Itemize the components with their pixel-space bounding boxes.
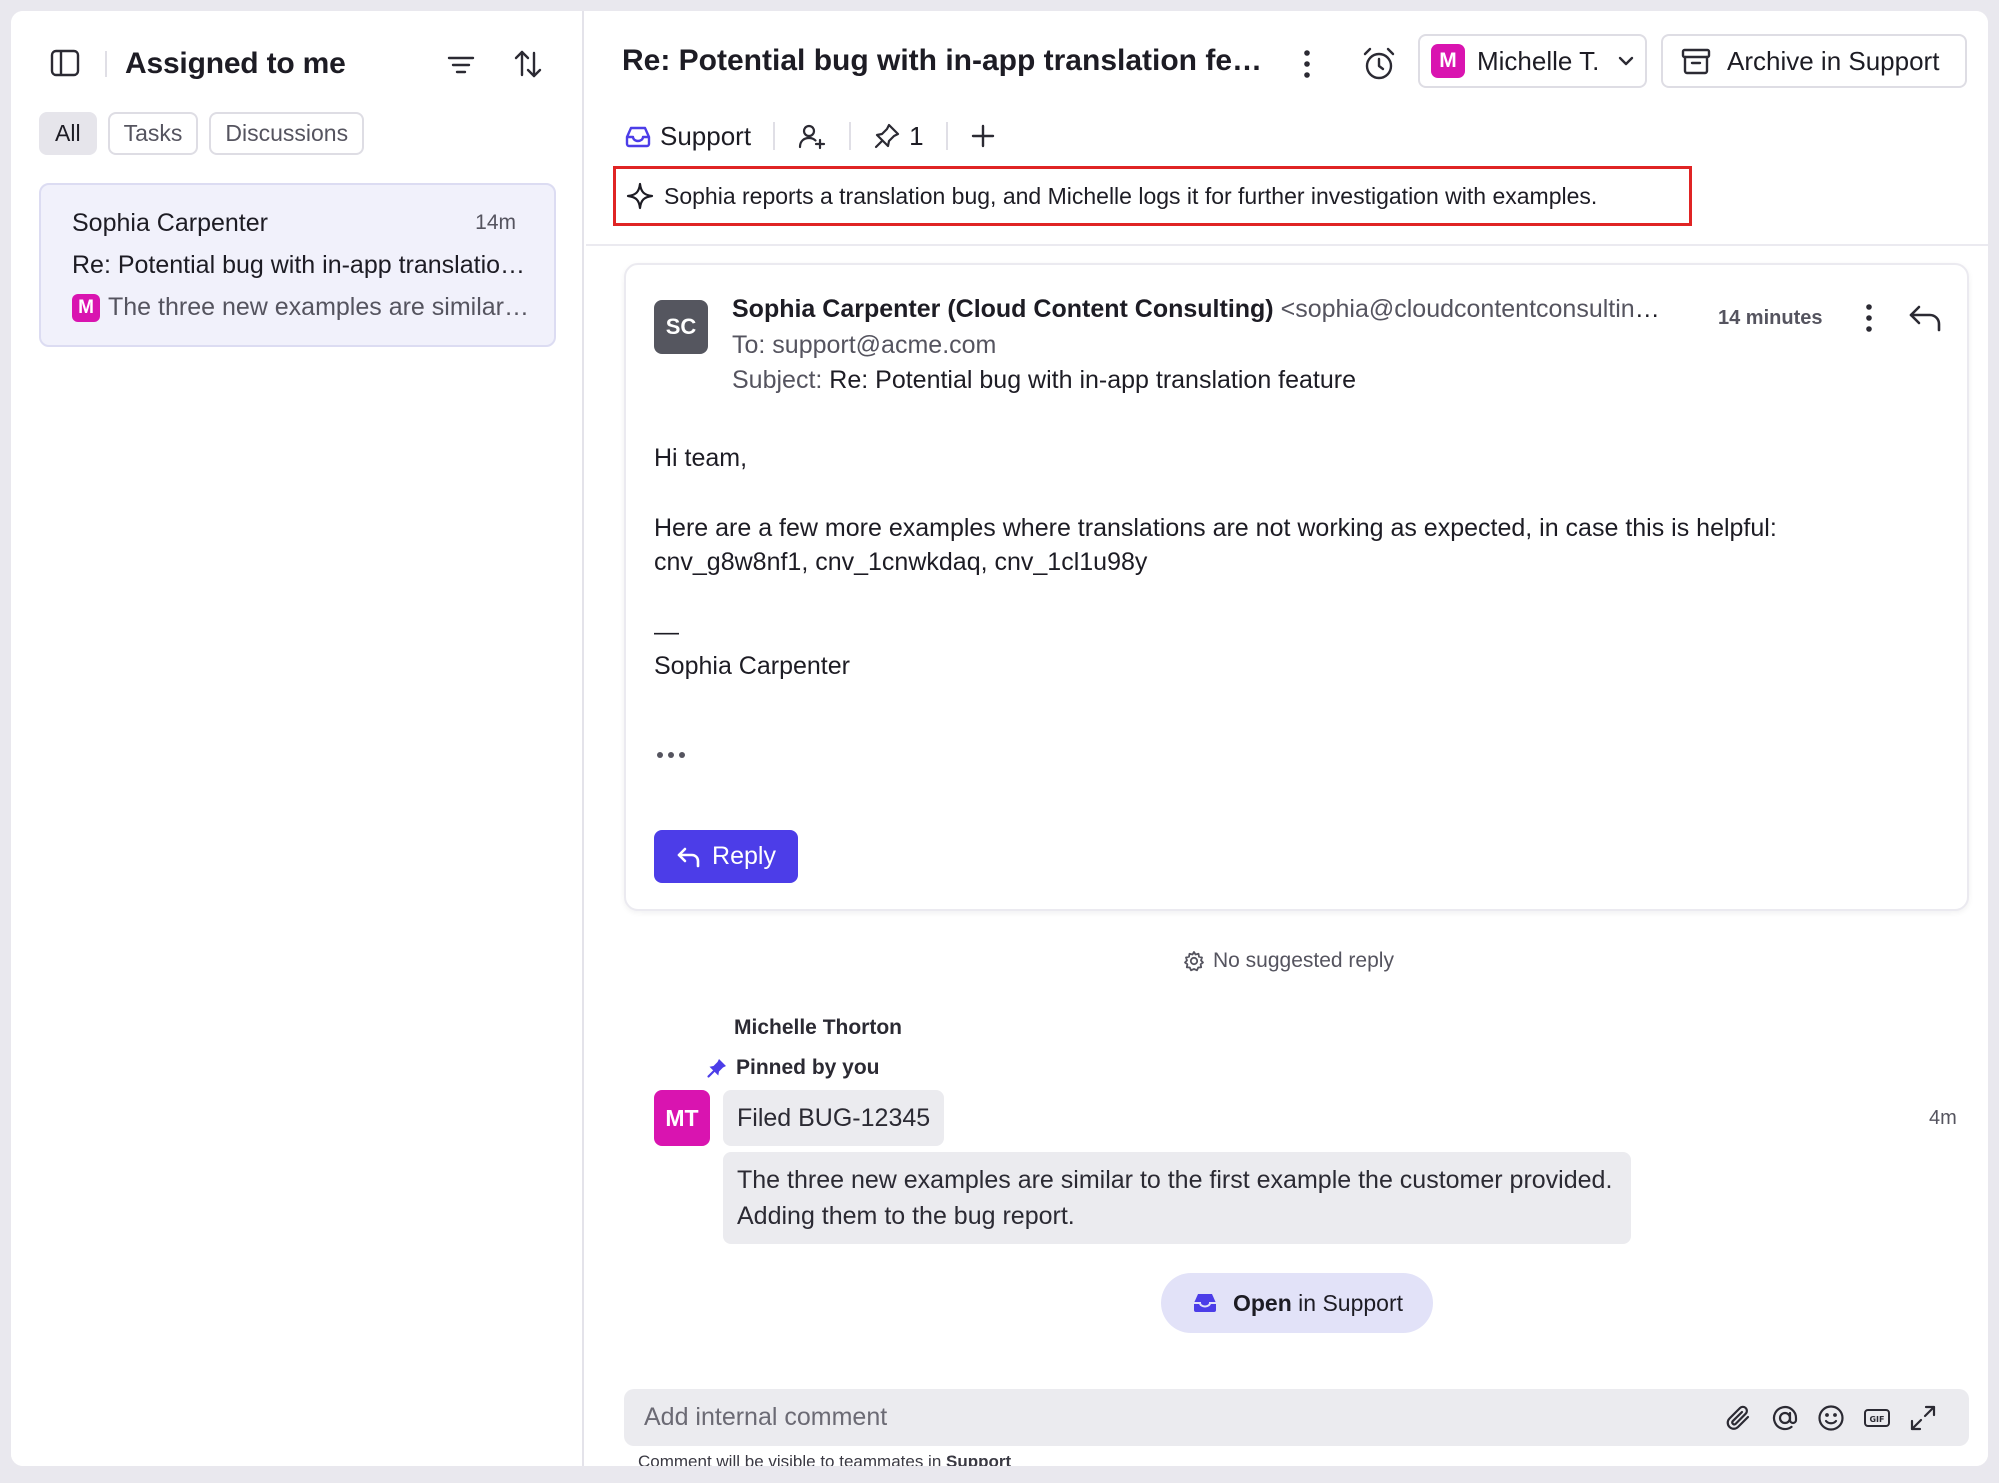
composer-visibility-note: Comment will be visible to teammates in …: [638, 1452, 1011, 1466]
suggested-reply-status: No suggested reply: [1183, 949, 1394, 973]
assignee-dropdown[interactable]: M Michelle T.: [1418, 34, 1647, 88]
chip-all[interactable]: All: [39, 112, 97, 155]
conversation-contact-name: Sophia Carpenter: [72, 209, 268, 237]
list-header: Assigned to me: [11, 11, 582, 121]
pins-button[interactable]: 1: [873, 120, 924, 152]
add-participant-button[interactable]: [797, 121, 827, 151]
sender-email: <sophia@cloudcontentconsulting.com>: [1280, 295, 1672, 323]
page-title: Re: Potential bug with in-app translatio…: [622, 44, 1272, 77]
pin-icon: [873, 122, 901, 150]
subject-value: Re: Potential bug with in-app translatio…: [829, 366, 1357, 394]
inbox-tag[interactable]: Support: [624, 121, 751, 152]
svg-text:GIF: GIF: [1869, 1415, 1884, 1424]
toolbar-divider: [849, 122, 852, 150]
sparkle-icon: [626, 182, 654, 210]
email-time: 14 minutes: [1718, 307, 1823, 329]
open-pill-label: Open in Support: [1233, 1290, 1403, 1317]
list-title: Assigned to me: [125, 47, 346, 80]
subject-label: Subject:: [732, 366, 823, 394]
sender-name: Sophia Carpenter (Cloud Content Consulti…: [732, 295, 1274, 323]
assignee-name: Michelle T.: [1477, 45, 1600, 76]
open-pill-bold: Open: [1232, 1289, 1292, 1316]
sort-icon[interactable]: [511, 47, 545, 81]
avatar: SC: [654, 300, 708, 354]
toolbar-divider: [945, 122, 948, 150]
reply-label: Reply: [712, 842, 776, 870]
app-window: Assigned to me All Tasks Discussions Sop…: [11, 11, 1988, 1466]
archive-icon: [1679, 44, 1713, 78]
conversation-preview-text: The three new examples are similar to th…: [108, 293, 532, 321]
archive-button[interactable]: Archive in Support: [1661, 34, 1967, 88]
email-body-line: Here are a few more examples where trans…: [654, 514, 1777, 542]
inbox-label: Support: [660, 120, 752, 151]
chip-tasks[interactable]: Tasks: [107, 112, 199, 155]
more-vertical-icon[interactable]: [1290, 47, 1324, 81]
email-greeting: Hi team,: [654, 444, 748, 472]
email-to: To: support@acme.com: [732, 331, 997, 359]
pinned-indicator: Pinned by you: [706, 1056, 880, 1080]
email-body-ids: cnv_g8w8nf1, cnv_1cnwkdaq, cnv_1cl1u98y: [654, 548, 1148, 576]
emoji-icon[interactable]: [1816, 1403, 1846, 1433]
pin-count: 1: [909, 120, 924, 151]
chevron-down-icon: [1615, 50, 1637, 72]
inbox-icon: [624, 122, 652, 150]
comment-bubble: The three new examples are similar to th…: [723, 1152, 1631, 1244]
more-vertical-icon[interactable]: [1852, 301, 1886, 335]
conversation-item[interactable]: Sophia Carpenter 14m Re: Potential bug w…: [39, 183, 556, 347]
conversation-list-pane: Assigned to me All Tasks Discussions Sop…: [11, 11, 584, 1466]
pinned-text: Pinned by you: [736, 1056, 880, 1079]
visibility-note-text: Comment will be visible to teammates in: [638, 1452, 942, 1466]
open-pill-rest: in Support: [1298, 1289, 1404, 1316]
header-divider: [105, 51, 107, 77]
conversation-subject: Re: Potential bug with in-app translatio…: [72, 251, 532, 279]
paperclip-icon[interactable]: [1724, 1403, 1754, 1433]
signature-dash: —: [654, 618, 679, 646]
comment-time: 4m: [1929, 1107, 1957, 1129]
reply-arrow-icon[interactable]: [1906, 299, 1944, 337]
comment-composer[interactable]: GIF: [624, 1389, 1969, 1446]
inbox-icon: [1191, 1291, 1219, 1315]
reply-button[interactable]: Reply: [654, 830, 798, 883]
gif-icon[interactable]: GIF: [1862, 1403, 1892, 1433]
conversation-time: 14m: [475, 211, 516, 234]
gear-icon: [1183, 950, 1205, 972]
at-icon[interactable]: [1770, 1403, 1800, 1433]
comment-bubble: Filed BUG-12345: [723, 1090, 945, 1146]
alarm-clock-icon[interactable]: [1360, 45, 1398, 83]
email-message: SC Sophia Carpenter (Cloud Content Consu…: [624, 263, 1969, 911]
avatar: M: [72, 293, 100, 322]
conversation-toolbar: Support 1: [624, 115, 996, 157]
avatar: MT: [654, 1090, 710, 1146]
reply-arrow-icon: [676, 844, 702, 870]
comment-input[interactable]: [644, 1397, 1704, 1437]
archive-label: Archive in Support: [1727, 45, 1940, 76]
conversation-preview: M The three new examples are similar to …: [72, 293, 532, 322]
pin-icon: [706, 1057, 728, 1079]
conversation-detail-pane: Re: Potential bug with in-app translatio…: [586, 11, 1988, 1466]
add-user-icon: [797, 121, 827, 151]
email-from: Sophia Carpenter (Cloud Content Consulti…: [732, 295, 1672, 324]
visibility-note-inbox: Support: [946, 1452, 1012, 1466]
email-subject: Subject: Re: Potential bug with in-app t…: [732, 366, 1356, 395]
avatar: M: [1431, 44, 1465, 78]
signature-name: Sophia Carpenter: [654, 652, 850, 680]
suggested-reply-text: No suggested reply: [1213, 949, 1394, 972]
add-button[interactable]: [970, 123, 996, 149]
plus-icon: [970, 123, 996, 149]
filter-chips: All Tasks Discussions: [39, 112, 365, 155]
ai-summary-text: Sophia reports a translation bug, and Mi…: [664, 182, 1598, 209]
expand-icon[interactable]: [1908, 1403, 1938, 1433]
sidebar-toggle-icon[interactable]: [49, 47, 81, 79]
show-quoted-button[interactable]: [654, 743, 688, 767]
divider: [586, 244, 1988, 246]
comment-author: Michelle Thorton: [734, 1016, 902, 1039]
filter-icon[interactable]: [445, 49, 477, 81]
open-in-inbox-button[interactable]: Open in Support: [1161, 1273, 1433, 1333]
chip-discussions[interactable]: Discussions: [209, 112, 365, 155]
toolbar-divider: [773, 122, 776, 150]
ai-summary: Sophia reports a translation bug, and Mi…: [613, 166, 1692, 226]
